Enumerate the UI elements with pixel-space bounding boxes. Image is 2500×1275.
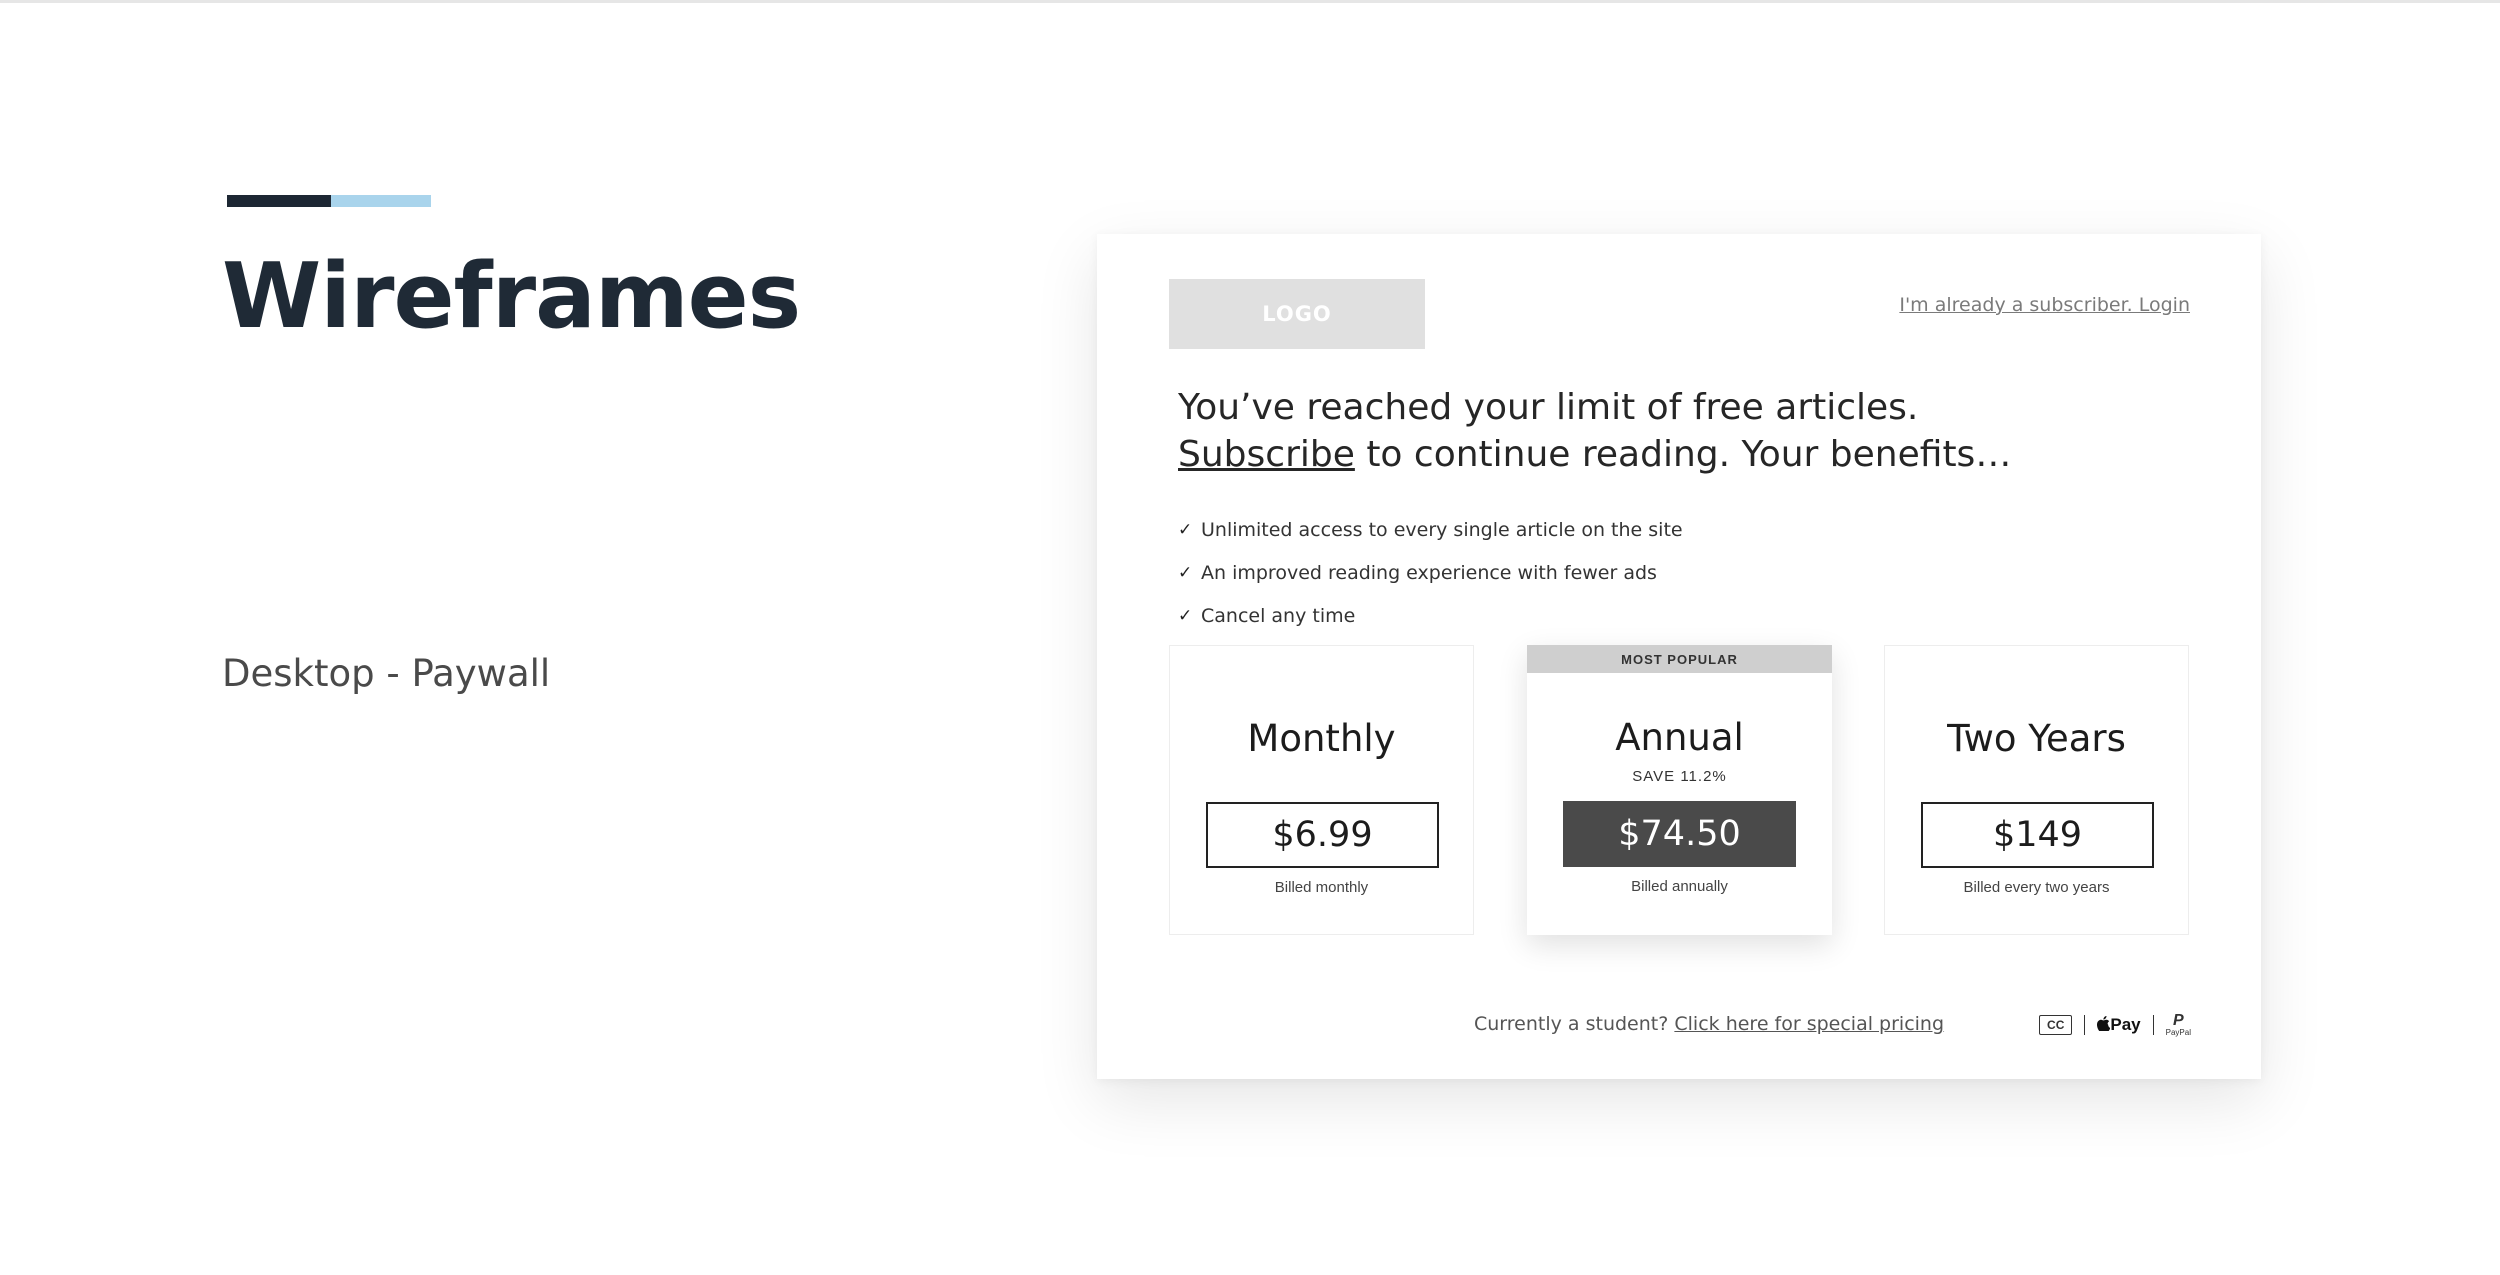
benefit-text: Unlimited access to every single article… [1201,518,1683,541]
title-accent-bar [227,195,431,207]
check-icon: ✓ [1178,605,1193,626]
accent-dark-segment [227,195,331,207]
payment-methods: CC Pay P PayPal [2039,1010,2191,1040]
benefit-text: Cancel any time [1201,604,1356,627]
student-text: Currently a student? [1474,1013,1669,1035]
check-icon: ✓ [1178,562,1193,583]
top-divider [0,0,2500,3]
subscriber-login-link[interactable]: I'm already a subscriber. Login [1899,294,2190,316]
plan-name: Monthly [1247,717,1396,760]
plan-card-two-years[interactable]: Two Years $149 Billed every two years [1884,645,2189,935]
plan-name: Annual [1615,716,1744,759]
plan-price-button[interactable]: $6.99 [1206,802,1439,868]
subscribe-link[interactable]: Subscribe [1178,434,1355,475]
student-pricing-note: Currently a student? Click here for spec… [1474,1013,1944,1035]
apple-logo-icon [2097,1016,2111,1033]
student-pricing-link[interactable]: Click here for special pricing [1674,1013,1944,1035]
payment-separator [2084,1015,2086,1035]
credit-card-icon: CC [2039,1015,2073,1035]
accent-light-segment [331,195,431,207]
logo-placeholder[interactable]: LOGO [1169,279,1425,349]
paypal-icon: P PayPal [2165,1012,2191,1037]
payment-separator [2152,1015,2154,1035]
benefit-item: ✓ Unlimited access to every single artic… [1178,508,1683,551]
plan-card-monthly[interactable]: Monthly $6.99 Billed monthly [1169,645,1474,935]
benefits-list: ✓ Unlimited access to every single artic… [1178,508,1683,637]
plan-billing-note: Billed annually [1631,878,1728,895]
apple-pay-label: Pay [2110,1015,2141,1034]
paywall-headline: You’ve reached your limit of free articl… [1178,384,2178,478]
headline-line1: You’ve reached your limit of free articl… [1178,387,1919,428]
plan-price-button[interactable]: $149 [1921,802,2154,868]
paypal-label: PayPal [2165,1028,2191,1037]
headline-line2: to continue reading. Your benefits… [1354,434,2012,475]
check-icon: ✓ [1178,519,1193,540]
benefit-item: ✓ An improved reading experience with fe… [1178,551,1683,594]
plan-billing-note: Billed monthly [1274,879,1369,896]
plan-card-annual[interactable]: MOST POPULAR Annual SAVE 11.2% $74.50 Bi… [1527,645,1832,935]
plan-price-button[interactable]: $74.50 [1563,801,1796,867]
benefit-text: An improved reading experience with fewe… [1201,561,1657,584]
plan-savings-label: SAVE 11.2% [1632,768,1727,785]
plan-billing-note: Billed every two years [1963,879,2110,896]
paywall-card: LOGO I'm already a subscriber. Login You… [1097,234,2261,1079]
most-popular-badge: MOST POPULAR [1527,645,1832,673]
slide-subtitle: Desktop - Paywall [222,652,551,695]
plan-name: Two Years [1947,717,2126,760]
benefit-item: ✓ Cancel any time [1178,594,1683,637]
slide-title: Wireframes [222,244,801,349]
apple-pay-icon: Pay [2097,1015,2141,1035]
